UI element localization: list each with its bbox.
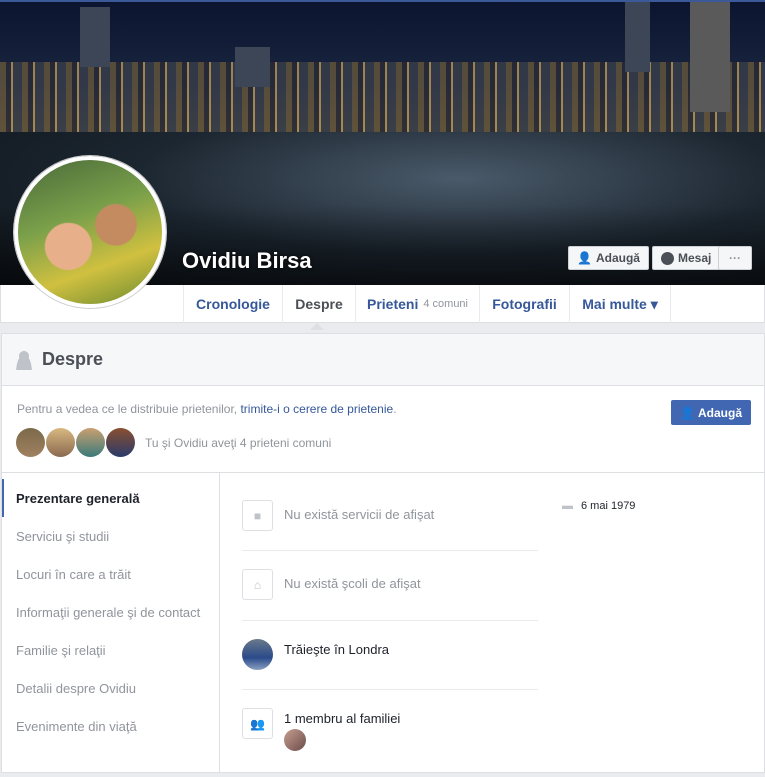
messenger-icon: [661, 251, 674, 265]
about-title: Despre: [42, 349, 104, 369]
person-icon: [14, 349, 34, 370]
building: [235, 47, 270, 87]
divider: [242, 689, 538, 690]
sidebar-item-life-events[interactable]: Evenimente din viaţă: [2, 707, 219, 745]
school-row: ⌂ Nu există şcoli de afişat: [242, 569, 538, 600]
sidebar-item-overview[interactable]: Prezentare generală: [2, 479, 219, 517]
tab-label: Mai multe ▾: [582, 295, 658, 312]
tab-photos[interactable]: Fotografii: [479, 285, 569, 323]
message-label: Mesaj: [678, 251, 712, 265]
tab-label: Cronologie: [196, 296, 270, 312]
active-tab-caret: [310, 316, 324, 330]
family-row: 👥 1 membru al familiei: [242, 708, 538, 751]
sidebar-item-contact-info[interactable]: Informaţii generale şi de contact: [2, 593, 219, 631]
add-friend-button[interactable]: 👤 Adaugă: [568, 246, 649, 270]
send-friend-request-link[interactable]: trimite-i o cerere de prietenie: [240, 402, 393, 416]
family-text: 1 membru al familiei: [284, 711, 401, 726]
add-label: Adaugă: [697, 405, 742, 420]
work-row: ■ Nu există servicii de afişat: [242, 500, 538, 531]
about-header: Despre: [2, 334, 764, 386]
birthday-text: 6 mai 1979: [581, 500, 636, 512]
about-sidebar: Prezentare generală Serviciu şi studii L…: [2, 473, 220, 773]
tab-friends[interactable]: Prieteni 4 comuni: [355, 285, 479, 323]
mutual-friends-text: Tu şi Ovidiu aveţi 4 prieteni comuni: [145, 435, 332, 450]
school-text: Nu există şcoli de afişat: [284, 576, 421, 591]
divider: [242, 550, 538, 551]
friend-request-notice: Pentru a vedea ce le distribuie prieteni…: [2, 386, 764, 473]
birthday: ▬ 6 mai 1979: [562, 500, 635, 512]
school-icon: ⌂: [242, 569, 273, 600]
tab-timeline[interactable]: Cronologie: [183, 285, 282, 323]
tab-label: Fotografii: [492, 296, 557, 312]
city-skyline: [0, 62, 765, 132]
add-person-icon: 👤: [680, 405, 695, 420]
sidebar-item-details[interactable]: Detalii despre Ovidiu: [2, 669, 219, 707]
add-friend-button[interactable]: 👤 Adaugă: [671, 400, 751, 425]
add-person-icon: 👤: [577, 251, 592, 265]
lives-text[interactable]: Trăieşte în Londra: [284, 639, 389, 670]
more-options-button[interactable]: ···: [718, 246, 752, 270]
profile-picture[interactable]: [14, 156, 166, 308]
mutual-friends[interactable]: Tu şi Ovidiu aveţi 4 prieteni comuni: [16, 428, 331, 457]
intro-text: Pentru a vedea ce le distribuie prieteni…: [17, 402, 241, 416]
city-thumbnail[interactable]: [242, 639, 273, 670]
add-label: Adaugă: [595, 251, 640, 265]
work-text: Nu există servicii de afişat: [284, 507, 435, 522]
message-button[interactable]: Mesaj: [652, 246, 720, 270]
sidebar-item-places[interactable]: Locuri în care a trăit: [2, 555, 219, 593]
mutual-friend-avatar[interactable]: [106, 428, 135, 457]
intro-end: .: [393, 402, 397, 416]
mutual-friend-avatar[interactable]: [16, 428, 45, 457]
mutual-count: 4 comuni: [423, 298, 468, 310]
about-card: Despre Pentru a vedea ce le distribuie p…: [1, 333, 765, 773]
profile-name: Ovidiu Birsa: [182, 248, 312, 273]
sidebar-item-family[interactable]: Familie şi relaţii: [2, 631, 219, 669]
building: [80, 7, 110, 67]
building: [625, 2, 650, 72]
cake-icon: ▬: [562, 500, 573, 512]
sidebar-item-work-education[interactable]: Serviciu şi studii: [2, 517, 219, 555]
tab-label: Prieteni: [367, 296, 419, 312]
divider: [242, 620, 538, 621]
briefcase-icon: ■: [242, 500, 273, 531]
mutual-friend-avatar[interactable]: [46, 428, 75, 457]
building: [690, 2, 730, 112]
tab-label: Despre: [295, 296, 343, 312]
lives-row: Trăieşte în Londra: [242, 639, 538, 670]
mutual-friend-avatar[interactable]: [76, 428, 105, 457]
family-member-avatar[interactable]: [284, 729, 306, 751]
family-icon: 👥: [242, 708, 273, 739]
tab-more[interactable]: Mai multe ▾: [569, 285, 671, 323]
